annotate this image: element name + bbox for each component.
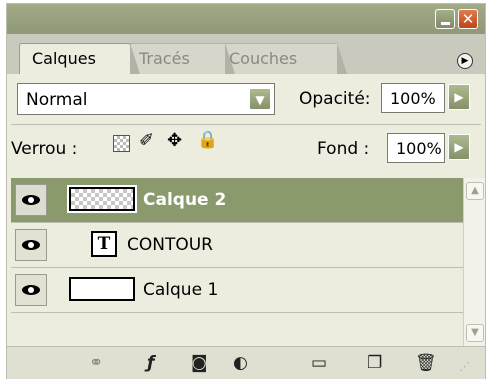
layer-row-calque-2[interactable]: Calque 2 [11,178,463,223]
lock-transparency-icon[interactable] [113,135,130,152]
trash-icon[interactable]: 🗑 [415,353,437,373]
tab-traces[interactable]: Tracés [127,43,235,74]
layer-list-scrollbar[interactable]: ▲ ▼ [463,178,485,346]
layer-thumbnail [69,277,135,301]
chevron-down-icon[interactable]: ▼ [249,88,271,110]
layer-row-calque-1[interactable]: Calque 1 [11,268,463,313]
close-icon[interactable]: ✕ [458,9,478,29]
opacity-field[interactable]: 100% [381,83,445,113]
opacity-label: Opacité: [299,89,371,109]
layers-panel: ✕ Couches Tracés Calques ▶ Normal ▼ Opac… [6,3,486,379]
blend-mode-value: Normal [26,90,88,110]
mask-icon[interactable]: ◙ [191,353,208,373]
panel-menu-icon[interactable]: ▶ [457,53,473,69]
layer-name: CONTOUR [127,235,213,255]
layer-thumbnail [69,187,135,211]
panel-footer: ⚭ ƒ ◙ ◐ ▭ ❐ 🗑 ⋰ [7,346,485,379]
resize-grip-icon[interactable]: ⋰ [459,357,470,377]
lock-move-icon[interactable]: ✥ [167,130,182,151]
new-layer-icon[interactable]: ❐ [367,353,382,373]
eye-icon[interactable] [15,274,47,306]
group-folder-icon[interactable]: ▭ [311,353,327,373]
panel-titlebar[interactable]: ✕ [7,4,485,34]
text-layer-icon: T [91,231,117,257]
scroll-up-icon[interactable]: ▲ [466,182,484,200]
lock-label: Verrou : [11,139,78,159]
adjustment-layer-icon[interactable]: ◐ [233,353,248,373]
layer-row-contour[interactable]: T CONTOUR [11,223,463,268]
tab-bar: Couches Tracés Calques ▶ [7,34,485,74]
link-layers-icon[interactable]: ⚭ [89,353,103,373]
eye-icon[interactable] [15,184,47,216]
fill-label: Fond : [317,139,370,159]
opacity-slider-arrow-icon[interactable]: ▶ [448,84,470,110]
layer-style-icon[interactable]: ƒ [147,353,154,373]
tab-calques[interactable]: Calques [19,43,140,74]
layer-name: Calque 2 [143,190,227,210]
layer-name: Calque 1 [143,280,219,300]
lock-all-icon[interactable]: 🔒 [197,130,218,150]
lock-paint-icon[interactable]: ✐ [139,130,154,151]
fill-slider-arrow-icon[interactable]: ▶ [448,134,470,160]
layer-list: Calque 2 T CONTOUR Calque 1 [11,178,463,346]
tab-couches[interactable]: Couches [217,43,347,74]
divider [11,124,481,125]
eye-icon[interactable] [15,229,47,261]
fill-field[interactable]: 100% [387,133,445,163]
scroll-down-icon[interactable]: ▼ [466,324,484,342]
minimize-icon[interactable] [435,9,455,29]
blend-mode-select[interactable]: Normal ▼ [17,83,275,115]
